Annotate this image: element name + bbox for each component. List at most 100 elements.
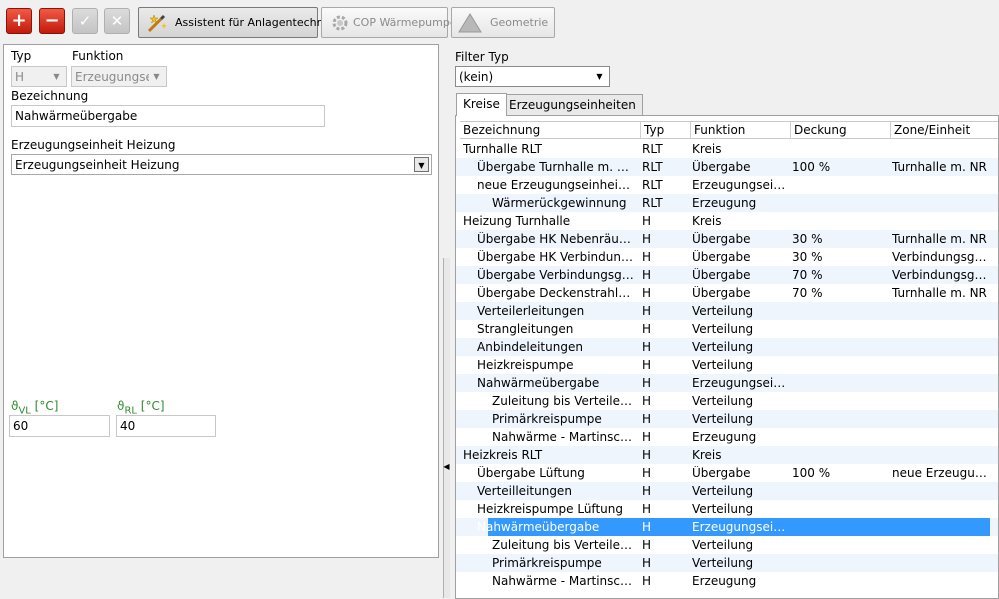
cell-funktion: Übergabe [692,250,751,264]
rl-temperature-input[interactable]: 40 [116,415,216,437]
cell-typ: RLT [642,196,663,210]
tree-row[interactable]: Nahwärme - Martinschule H Erzeugung [456,428,998,446]
cell-typ: H [642,358,652,372]
cell-typ: H [642,232,652,246]
cell-zone: Turnhalle m. NR [892,160,987,174]
tree-row[interactable]: Verteilleitungen H Verteilung [456,482,998,500]
cop-label: COP Wärmepumpe [353,16,457,29]
column-typ[interactable]: Typ [641,122,691,139]
cell-bezeichnung: Übergabe HK Nebenräume [477,232,634,246]
tree-row[interactable]: neue Erzeugungseinheit RLT RLT Erzeugungse… [456,176,998,194]
funktion-select[interactable]: Erzeugungsei ▼ [71,66,167,87]
add-button[interactable]: + [6,8,32,34]
properties-panel: Typ Funktion H ▼ Erzeugungsei ▼ Bezeichn… [3,44,439,558]
cell-bezeichnung: Zuleitung bis Verteiler M... [492,538,634,552]
cell-bezeichnung: Nahwärme - Martinschule [492,574,634,588]
chevron-down-icon: ▼ [596,72,603,81]
cell-funktion: Übergabe [692,286,751,300]
column-bezeichnung[interactable]: Bezeichnung [460,122,641,139]
tree-row[interactable]: Nahwärme - Martinschule H Erzeugung [456,572,998,590]
cell-funktion: Kreis [692,448,722,462]
tree-row[interactable]: Heizkreispumpe Lüftung H Verteilung [456,500,998,518]
cell-typ: H [642,304,652,318]
cell-funktion: Verteilung [692,340,754,354]
cell-typ: RLT [642,160,663,174]
tree-row[interactable]: Primärkreispumpe H Verteilung [456,554,998,572]
plus-icon: + [11,10,27,31]
chevron-down-icon[interactable]: ▼ [414,157,429,172]
cell-funktion: Verteilung [692,394,754,408]
tree-row[interactable]: Nahwärmeübergabe H Erzeugungsein... [456,518,998,536]
tree-row[interactable]: Primärkreispumpe H Verteilung [456,410,998,428]
typ-select[interactable]: H ▼ [11,66,67,87]
filter-label: Filter Typ [455,50,509,64]
cell-typ: H [642,214,652,228]
assistant-button[interactable]: Assistent für Anlagentechnik [138,7,333,38]
confirm-button[interactable]: ✓ [72,8,98,34]
tree-row[interactable]: Nahwärmeübergabe H Erzeugungsein... [456,374,998,392]
cell-typ: H [642,574,652,588]
tab-erzeugungseinheiten[interactable]: Erzeugungseinheiten [502,94,643,115]
cell-typ: H [642,340,652,354]
tree-row[interactable]: Heizkreis RLT H Kreis [456,446,998,464]
cell-zone: Turnhalle m. NR [892,286,987,300]
cell-funktion: Erzeugungsein... [692,376,786,390]
tree-row[interactable]: Anbindeleitungen H Verteilung [456,338,998,356]
bezeichnung-input[interactable]: Nahwärmeübergabe [11,105,325,127]
triangle-icon [458,13,482,33]
tree-row[interactable]: Übergabe HK Verbindungs... H Übergabe 30 % V… [456,248,998,266]
cell-typ: H [642,286,652,300]
cell-typ: H [642,430,652,444]
tree-row[interactable]: Turnhalle RLT RLT Kreis [456,140,998,158]
tab-kreise[interactable]: Kreise [456,93,507,116]
rl-temperature-label: ϑRL [°C] [117,399,165,417]
tree-row[interactable]: Übergabe Verbindungsgang H Übergabe 70 % Ver… [456,266,998,284]
cop-button[interactable]: COP Wärmepumpe [321,7,457,38]
cell-bezeichnung: Nahwärmeübergabe [477,520,600,534]
tree-row[interactable]: Verteilerleitungen H Verteilung [456,302,998,320]
cell-funktion: Verteilung [692,322,754,336]
cell-bezeichnung: Wärmerückgewinnung [492,196,627,210]
cell-bezeichnung: Heizkreispumpe Lüftung [477,502,623,516]
minus-icon: − [44,10,60,31]
cell-typ: H [642,394,652,408]
tree-row[interactable]: Zuleitung bis Verteiler M... H Verteilung [456,392,998,410]
column-funktion[interactable]: Funktion [691,122,791,139]
cell-bezeichnung: Nahwärme - Martinschule [492,430,634,444]
tree-row[interactable]: Heizung Turnhalle H Kreis [456,212,998,230]
tree-row[interactable]: Übergabe Deckenstrahlheiz... H Übergabe 70 … [456,284,998,302]
tree-row[interactable]: Übergabe Turnhalle m. NR RLT Übergabe 100 %… [456,158,998,176]
cell-bezeichnung: Turnhalle RLT [463,142,542,156]
column-zone[interactable]: Zone/Einheit [891,122,998,139]
cancel-button[interactable]: ✕ [104,8,130,34]
cell-bezeichnung: Heizkreis RLT [463,448,543,462]
geometry-button[interactable]: Geometrie [451,7,555,38]
cell-deckung: 100 % [792,160,831,174]
vl-temperature-input[interactable]: 60 [9,415,110,437]
cell-bezeichnung: Primärkreispumpe [492,412,602,426]
circuit-tree[interactable]: Bezeichnung Typ Funktion Deckung Zone/Ei… [455,115,999,599]
cell-bezeichnung: Zuleitung bis Verteiler M... [492,394,634,408]
tree-row[interactable]: Wärmerückgewinnung RLT Erzeugung [456,194,998,212]
cell-typ: H [642,520,652,534]
remove-button[interactable]: − [39,8,65,34]
tree-row[interactable]: Strangleitungen H Verteilung [456,320,998,338]
cell-deckung: 30 % [792,232,823,246]
cell-typ: H [642,250,652,264]
cell-funktion: Übergabe [692,466,751,480]
cell-funktion: Erzeugung [692,574,757,588]
cell-bezeichnung: Übergabe Verbindungsgang [477,268,634,282]
erzeugung-select[interactable]: Erzeugungseinheit Heizung ▼ [11,154,432,175]
filter-select[interactable]: (kein) ▼ [455,66,610,87]
chevron-down-icon: ▼ [153,72,160,81]
tree-row[interactable]: Übergabe Lüftung H Übergabe 100 % neue Erzeu… [456,464,998,482]
toolbar: + − ✓ ✕ Assistent für Anlagentechnik COP… [0,0,999,40]
cell-typ: H [642,538,652,552]
tree-row[interactable]: Zuleitung bis Verteiler M... H Verteilung [456,536,998,554]
chevron-left-icon[interactable]: ◀ [443,462,450,471]
column-deckung[interactable]: Deckung [791,122,891,139]
tree-row[interactable]: Heizkreispumpe H Verteilung [456,356,998,374]
tree-row[interactable]: Übergabe HK Nebenräume H Übergabe 30 % Turnh… [456,230,998,248]
panel-splitter[interactable] [443,258,450,598]
bezeichnung-label: Bezeichnung [11,89,89,103]
